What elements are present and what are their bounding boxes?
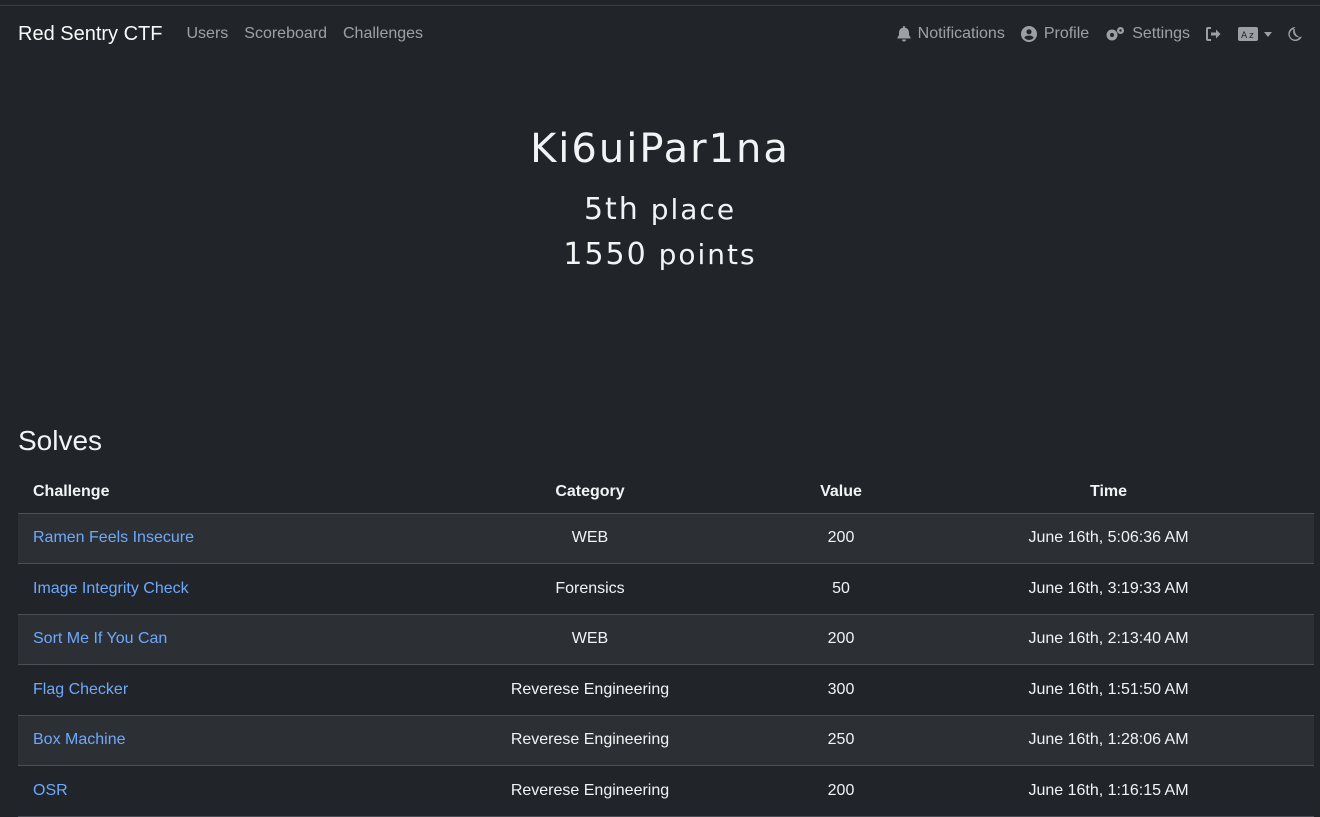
- place-number: 5th: [583, 192, 640, 227]
- challenge-link[interactable]: Sort Me If You Can: [33, 630, 167, 647]
- nav-profile[interactable]: Profile: [1020, 25, 1090, 43]
- theme-toggle[interactable]: [1288, 27, 1302, 41]
- time-cell: June 16th, 5:06:36 AM: [903, 513, 1314, 564]
- place-text: 5th place: [0, 192, 1320, 227]
- time-cell: June 16th, 1:28:06 AM: [903, 715, 1314, 766]
- time-cell: June 16th, 3:19:33 AM: [903, 563, 1314, 615]
- challenge-link[interactable]: OSR: [33, 782, 68, 799]
- table-row: Ramen Feels Insecure WEB 200 June 16th, …: [18, 513, 1314, 564]
- value-cell: 300: [779, 664, 903, 716]
- challenge-link[interactable]: Box Machine: [33, 731, 126, 748]
- bell-icon: [897, 26, 911, 42]
- language-dropdown[interactable]: Az: [1238, 27, 1272, 41]
- table-row: OSR Reverese Engineering 200 June 16th, …: [18, 765, 1314, 817]
- nav-notifications[interactable]: Notifications: [897, 25, 1005, 43]
- logout-icon: [1206, 27, 1221, 41]
- time-cell: June 16th, 2:13:40 AM: [903, 614, 1314, 665]
- solves-title: Solves: [18, 425, 103, 456]
- profile-label: Profile: [1043, 25, 1090, 42]
- nav-right: Notifications Profile Settings Az: [881, 25, 1302, 43]
- category-cell: Reverese Engineering: [401, 765, 779, 817]
- user-header: Ki6uiPar1na 5th place 1550 points: [0, 126, 1320, 272]
- table-row: Flag Checker Reverese Engineering 300 Ju…: [18, 664, 1314, 716]
- points-number: 1550: [563, 237, 648, 272]
- challenge-cell: Ramen Feels Insecure: [18, 513, 401, 564]
- header-value: Value: [779, 471, 903, 514]
- value-cell: 250: [779, 715, 903, 766]
- challenge-link[interactable]: Ramen Feels Insecure: [33, 529, 194, 546]
- points-text: 1550 points: [0, 237, 1320, 272]
- nav-scoreboard[interactable]: Scoreboard: [244, 25, 327, 43]
- solves-table: Challenge Category Value Time Ramen Feel…: [18, 471, 1314, 817]
- header-challenge: Challenge: [18, 471, 401, 514]
- table-row: Sort Me If You Can WEB 200 June 16th, 2:…: [18, 614, 1314, 665]
- challenge-link[interactable]: Flag Checker: [33, 681, 128, 698]
- place-label: place: [650, 193, 737, 226]
- category-cell: Reverese Engineering: [401, 664, 779, 716]
- time-cell: June 16th, 1:16:15 AM: [903, 765, 1314, 817]
- brand-link[interactable]: Red Sentry CTF: [18, 23, 162, 46]
- username: Ki6uiPar1na: [530, 126, 790, 172]
- settings-label: Settings: [1132, 25, 1190, 42]
- challenge-cell: OSR: [18, 765, 401, 817]
- nav-challenges[interactable]: Challenges: [343, 25, 423, 43]
- table-header-row: Challenge Category Value Time: [18, 471, 1314, 514]
- notifications-label: Notifications: [917, 25, 1005, 42]
- svg-text:z: z: [1249, 31, 1254, 41]
- nav-settings[interactable]: Settings: [1105, 25, 1190, 43]
- points-label: points: [658, 238, 757, 271]
- category-cell: Forensics: [401, 563, 779, 615]
- header-category: Category: [401, 471, 779, 514]
- navbar: Red Sentry CTF Users Scoreboard Challeng…: [0, 6, 1320, 62]
- table-row: Box Machine Reverese Engineering 250 Jun…: [18, 715, 1314, 766]
- value-cell: 200: [779, 513, 903, 564]
- header-time: Time: [903, 471, 1314, 514]
- challenge-link[interactable]: Image Integrity Check: [33, 580, 189, 597]
- nav-users[interactable]: Users: [186, 25, 228, 43]
- moon-icon: [1288, 27, 1302, 41]
- value-cell: 200: [779, 614, 903, 665]
- value-cell: 50: [779, 563, 903, 615]
- chevron-down-icon: [1264, 31, 1272, 37]
- table-row: Image Integrity Check Forensics 50 June …: [18, 563, 1314, 615]
- category-cell: WEB: [401, 614, 779, 665]
- category-cell: Reverese Engineering: [401, 715, 779, 766]
- time-cell: June 16th, 1:51:50 AM: [903, 664, 1314, 716]
- user-circle-icon: [1020, 26, 1037, 42]
- cogs-icon: [1106, 27, 1125, 41]
- language-icon: Az: [1238, 27, 1258, 41]
- solves-section: Solves Challenge Category Value Time Ram…: [18, 425, 1314, 817]
- challenge-cell: Sort Me If You Can: [18, 614, 401, 665]
- nav-logout[interactable]: [1206, 27, 1222, 41]
- value-cell: 200: [779, 765, 903, 817]
- challenge-cell: Image Integrity Check: [18, 563, 401, 615]
- challenge-cell: Box Machine: [18, 715, 401, 766]
- nav-left: Users Scoreboard Challenges: [186, 25, 439, 43]
- category-cell: WEB: [401, 513, 779, 564]
- svg-text:A: A: [1241, 31, 1248, 41]
- challenge-cell: Flag Checker: [18, 664, 401, 716]
